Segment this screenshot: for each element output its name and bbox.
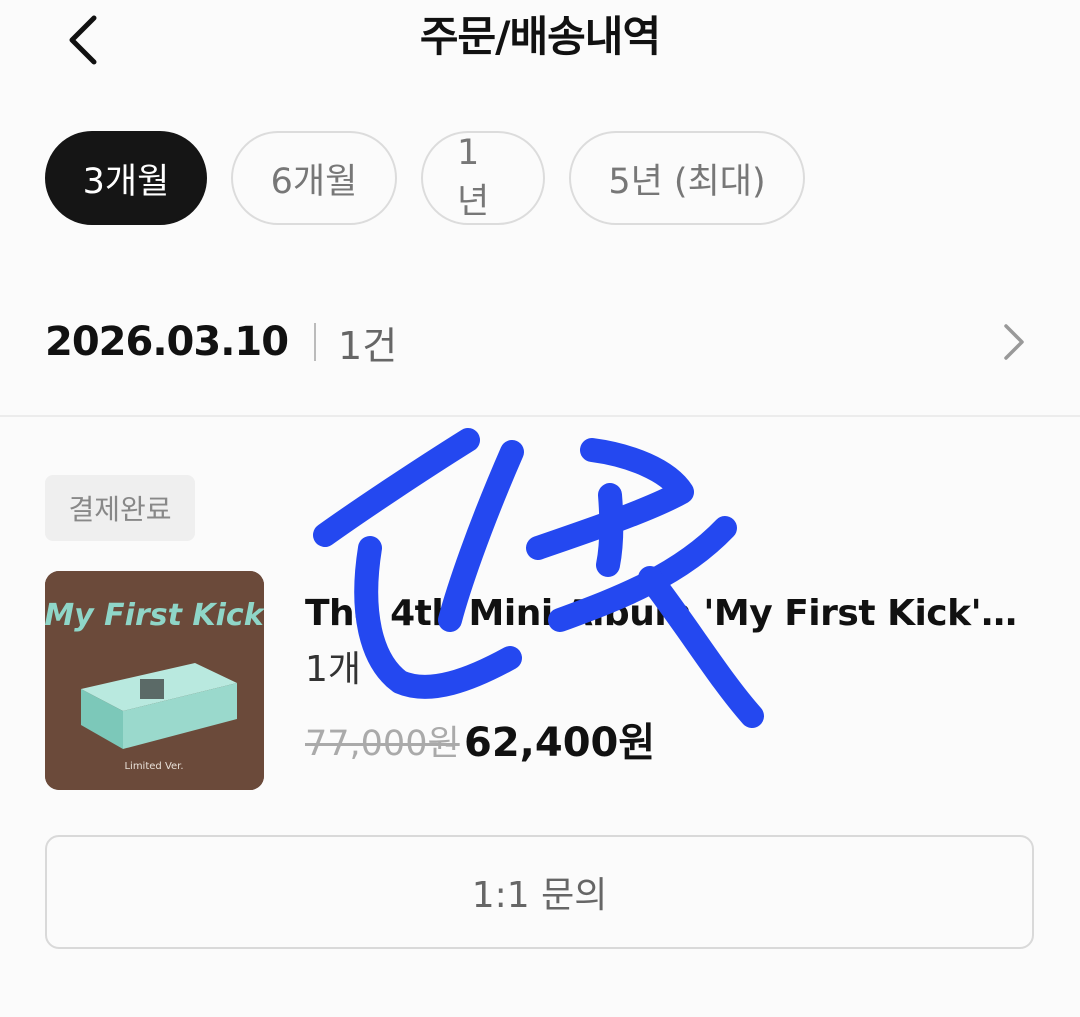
filter-1-year[interactable]: 1년 bbox=[421, 131, 545, 225]
order-count: 1건 bbox=[338, 323, 398, 368]
album-cover-image: My First Kick Limited Ver. bbox=[45, 571, 264, 790]
app-header: 주문/배송내역 bbox=[0, 0, 1080, 90]
product-thumbnail[interactable]: My First Kick Limited Ver. bbox=[45, 571, 264, 790]
product-quantity: 1개 bbox=[305, 649, 362, 690]
order-date-row[interactable]: 2026.03.10 1건 bbox=[45, 300, 1035, 384]
cover-caption: Limited Ver. bbox=[124, 761, 183, 772]
cover-title: My First Kick bbox=[45, 598, 264, 633]
inquiry-button[interactable]: 1:1 문의 bbox=[45, 835, 1034, 949]
filter-3-months[interactable]: 3개월 bbox=[45, 131, 207, 225]
order-date: 2026.03.10 bbox=[45, 319, 289, 365]
date-separator bbox=[314, 323, 317, 361]
chevron-right-icon bbox=[1004, 324, 1024, 360]
status-badge: 결제완료 bbox=[45, 475, 195, 541]
period-filter-group: 3개월 6개월 1년 5년 (최대) bbox=[45, 131, 805, 225]
product-name[interactable]: The 4th Mini Album 'My First Kick' (Li..… bbox=[305, 588, 1025, 640]
filter-6-months[interactable]: 6개월 bbox=[231, 131, 397, 225]
section-divider bbox=[0, 415, 1080, 417]
filter-5-years-max[interactable]: 5년 (최대) bbox=[569, 131, 805, 225]
page-title: 주문/배송내역 bbox=[419, 12, 661, 61]
original-price: 77,000원 bbox=[305, 724, 460, 764]
sale-price: 62,400원 bbox=[464, 720, 656, 766]
